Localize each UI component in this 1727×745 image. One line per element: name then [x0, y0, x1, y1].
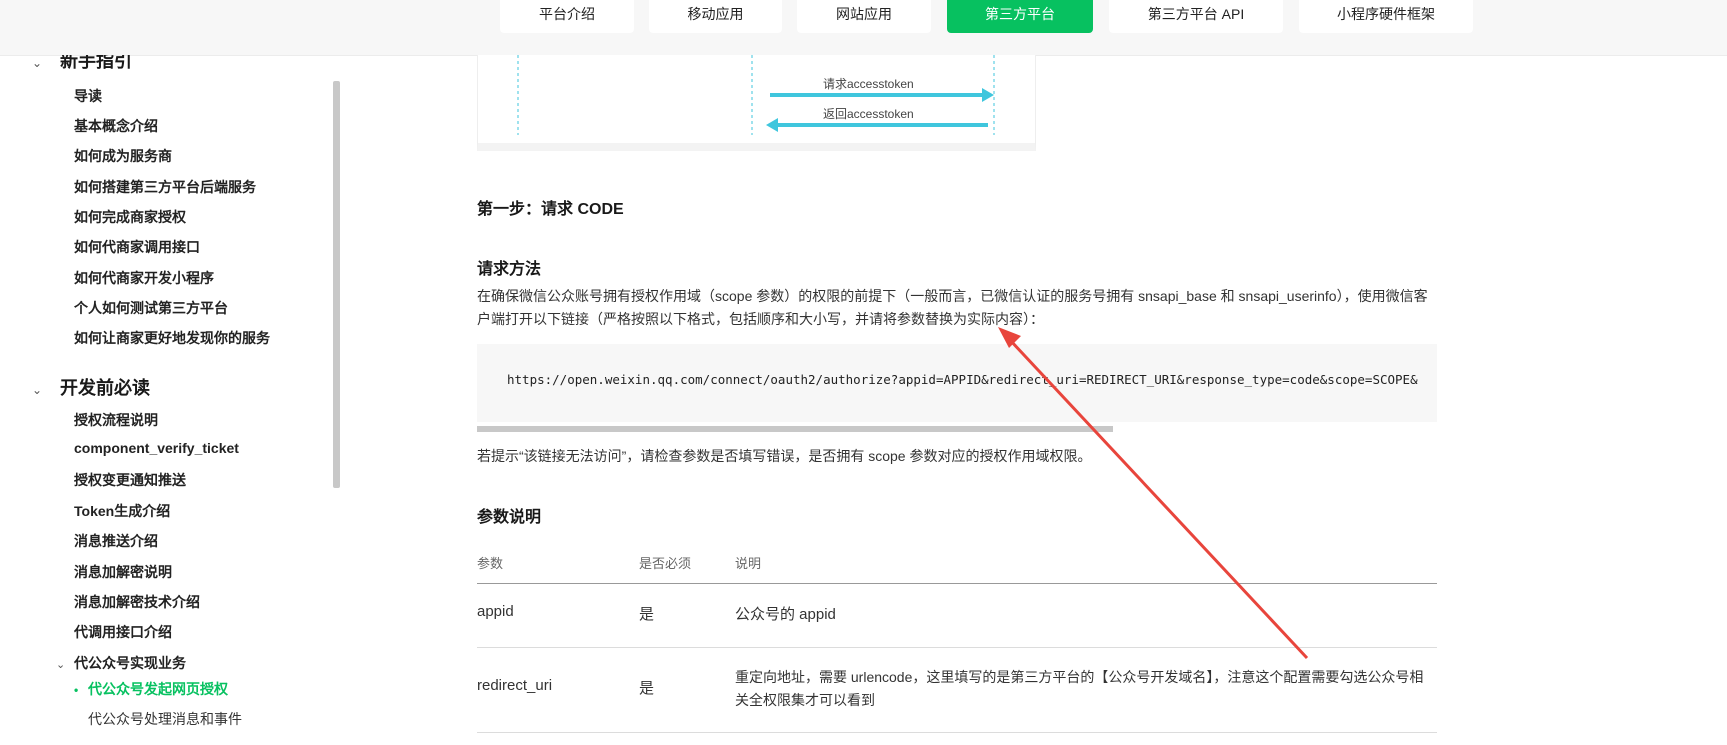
- sidebar-item-merchant-auth[interactable]: 如何完成商家授权: [74, 207, 186, 227]
- sidebar-item-encryption-tech[interactable]: 消息加解密技术介绍: [74, 592, 200, 612]
- sidebar-item-concepts[interactable]: 基本概念介绍: [74, 116, 158, 136]
- step-title: 第一步：请求 CODE: [477, 201, 624, 218]
- hint-text: 若提示“该链接无法访问”，请检查参数是否填写错误，是否拥有 scope 参数对应…: [477, 448, 1092, 464]
- diagram-label-response: 返回accesstoken: [823, 107, 914, 121]
- code-block: https://open.weixin.qq.com/connect/oauth…: [477, 344, 1437, 422]
- sidebar-nav: ⌄ 新手指引 导读 基本概念介绍 如何成为服务商 如何搭建第三方平台后端服务 如何…: [0, 55, 340, 745]
- chevron-down-icon: ⌄: [56, 659, 66, 671]
- sidebar-item-backend-service[interactable]: 如何搭建第三方平台后端服务: [74, 177, 256, 197]
- tab-website-apps[interactable]: 网站应用: [797, 0, 931, 33]
- tab-platform-intro[interactable]: 平台介绍: [500, 0, 634, 33]
- tab-mini-program-hardware[interactable]: 小程序硬件框架: [1299, 0, 1473, 33]
- section-title: 新手指引: [60, 55, 132, 71]
- sidebar-item-active[interactable]: • 代公众号发起网页授权: [74, 679, 228, 699]
- method-description: 在确保微信公众账号拥有授权作用域（scope 参数）的权限的前提下（一般而言，已…: [477, 288, 1428, 327]
- chevron-down-icon: ⌄: [32, 383, 43, 397]
- table-cell-required: 是: [639, 680, 655, 697]
- sidebar-item-become-provider[interactable]: 如何成为服务商: [74, 146, 172, 166]
- sidebar-item-verify-ticket[interactable]: component_verify_ticket: [74, 440, 239, 456]
- tab-mobile-apps[interactable]: 移动应用: [649, 0, 782, 33]
- table-cell-required: 是: [639, 606, 655, 623]
- sidebar-item-message-push[interactable]: 消息推送介绍: [74, 531, 158, 551]
- subsection-title: 代公众号实现业务: [74, 655, 186, 671]
- sidebar-item-dev-mini-program[interactable]: 如何代商家开发小程序: [74, 268, 214, 288]
- code-scrollbar[interactable]: [477, 426, 1113, 432]
- sidebar-item-auth-change[interactable]: 授权变更通知推送: [74, 470, 186, 490]
- sidebar-section-before-dev[interactable]: ⌄ 开发前必读: [32, 374, 150, 400]
- active-item-label: 代公众号发起网页授权: [88, 681, 228, 697]
- table-cell-param: appid: [477, 603, 514, 620]
- main-content: 请求accesstoken 返回accesstoken 第一步：请求 CODE …: [477, 55, 1437, 745]
- params-title: 参数说明: [477, 509, 542, 526]
- table-header-rule: [477, 583, 1437, 584]
- sidebar-item-encryption[interactable]: 消息加解密说明: [74, 562, 172, 582]
- top-navigation: 平台介绍 移动应用 网站应用 第三方平台 第三方平台 API 小程序硬件框架: [0, 0, 1727, 56]
- sidebar-item-personal-test[interactable]: 个人如何测试第三方平台: [74, 298, 228, 318]
- method-title: 请求方法: [477, 261, 542, 278]
- table-header-required: 是否必须: [639, 556, 692, 571]
- bullet-icon: •: [74, 683, 79, 697]
- sidebar-item-proxy-api[interactable]: 代调用接口介绍: [74, 622, 172, 642]
- tab-third-party-platform[interactable]: 第三方平台: [947, 0, 1093, 33]
- sidebar-item-auth-flow[interactable]: 授权流程说明: [74, 410, 158, 430]
- sidebar-item-guide[interactable]: 导读: [74, 86, 102, 106]
- table-header-param: 参数: [477, 556, 504, 571]
- sidebar-item-handle-messages[interactable]: 代公众号处理消息和事件: [88, 709, 242, 729]
- chevron-down-icon: ⌄: [32, 56, 43, 70]
- sequence-diagram: 请求accesstoken 返回accesstoken: [477, 55, 1036, 151]
- section-title: 开发前必读: [60, 378, 150, 398]
- table-cell-param: redirect_uri: [477, 677, 553, 694]
- sequence-diagram-lines: [517, 55, 995, 135]
- table-row-rule: [477, 647, 1437, 648]
- table-cell-desc: 公众号的 appid: [735, 606, 836, 623]
- table-cell-desc: 重定向地址，需要 urlencode，这里填写的是第三方平台的【公众号开发域名】…: [735, 669, 1424, 708]
- tab-third-party-platform-api[interactable]: 第三方平台 API: [1109, 0, 1283, 33]
- sidebar-section-getting-started[interactable]: ⌄ 新手指引: [32, 55, 132, 73]
- sidebar-item-token[interactable]: Token生成介绍: [74, 501, 170, 521]
- sidebar-scrollbar[interactable]: [333, 81, 340, 488]
- table-row-rule: [477, 732, 1437, 733]
- diagram-label-request: 请求accesstoken: [823, 77, 914, 91]
- sidebar-item-discover-service[interactable]: 如何让商家更好地发现你的服务: [74, 328, 270, 348]
- code-url: https://open.weixin.qq.com/connect/oauth…: [507, 372, 1418, 387]
- sidebar-subsection-official-account[interactable]: ⌄ 代公众号实现业务: [56, 653, 186, 673]
- table-header-desc: 说明: [735, 556, 762, 571]
- sidebar-item-call-api[interactable]: 如何代商家调用接口: [74, 237, 200, 257]
